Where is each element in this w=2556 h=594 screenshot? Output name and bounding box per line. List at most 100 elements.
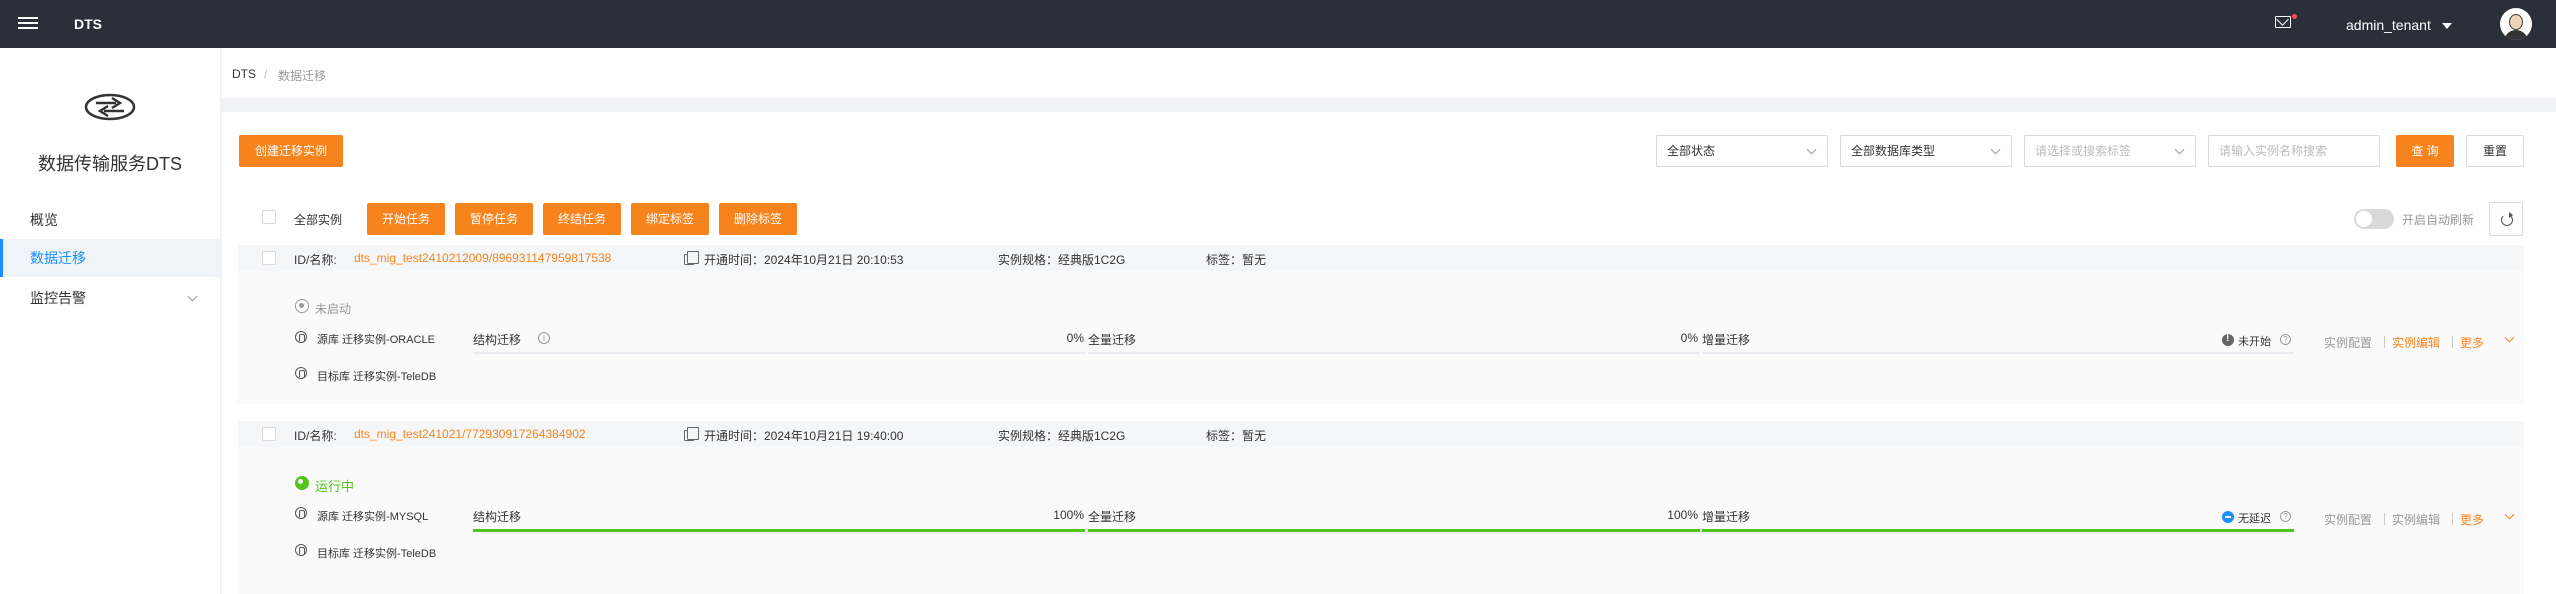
op-config-link[interactable]: 实例配置: [2324, 334, 2372, 351]
help-icon[interactable]: ?: [2280, 334, 2291, 345]
task-status: 运行中: [315, 479, 355, 494]
task-open-time: 开通时间：2024年10月21日 19:40:00: [704, 429, 904, 443]
structure-pct: 0%: [1066, 331, 1084, 345]
copy-icon[interactable]: [684, 427, 699, 441]
name-search-input[interactable]: [2208, 135, 2380, 167]
dts-logo-icon: [84, 93, 136, 121]
incr-label: 增量迁移: [1702, 510, 1751, 524]
select-all-checkbox[interactable]: [262, 210, 276, 224]
structure-label: 结构迁移: [473, 510, 522, 524]
user-caret-icon[interactable]: [2442, 23, 2452, 29]
pause-task-button[interactable]: 暂停任务: [455, 203, 533, 235]
sidebar: 数据传输服务DTS 概览 数据迁移 监控告警: [0, 48, 220, 594]
db-icon: [295, 367, 307, 379]
breadcrumb-separator: /: [264, 67, 268, 81]
user-menu[interactable]: admin_tenant: [2346, 17, 2431, 33]
top-bar: DTS admin_tenant: [0, 0, 2556, 48]
avatar[interactable]: [2500, 8, 2532, 40]
task-source: 源库 迁移实例-MYSQL: [317, 511, 429, 523]
progress-fill: [1702, 529, 2294, 532]
dbtype-select[interactable]: 全部数据库类型: [1840, 135, 2012, 167]
full-label: 全量迁移: [1088, 510, 1137, 524]
refresh-icon[interactable]: [2489, 202, 2523, 236]
structure-progress: [473, 529, 1085, 532]
progress-fill: [473, 529, 1085, 532]
incr-state: 无延迟: [2238, 513, 2271, 525]
stop-task-button[interactable]: 终结任务: [543, 203, 621, 235]
chevron-down-icon: [2174, 144, 2185, 155]
status-icon: [295, 476, 309, 490]
incr-label: 增量迁移: [1702, 333, 1751, 347]
tag-select[interactable]: 请选择或搜索标签: [2024, 135, 2196, 167]
task-id-label: ID/名称:: [294, 253, 337, 267]
create-instance-button[interactable]: 创建迁移实例: [239, 135, 343, 167]
db-icon: [295, 544, 307, 556]
db-icon: [295, 507, 307, 519]
progress-fill: [1088, 529, 1700, 532]
auto-refresh-toggle[interactable]: [2354, 209, 2394, 229]
task-target: 目标库 迁移实例-TeleDB: [317, 371, 437, 383]
op-config-link[interactable]: 实例配置: [2324, 511, 2372, 528]
task-checkbox[interactable]: [262, 427, 276, 441]
sidebar-item-monitoring[interactable]: 监控告警: [0, 279, 220, 317]
copy-icon[interactable]: [684, 251, 699, 265]
structure-progress: [473, 352, 1085, 354]
task-id-link[interactable]: dts_mig_test241021/772930917264384902: [354, 427, 586, 441]
state-icon: [2222, 511, 2234, 523]
incr-state: 未开始: [2238, 336, 2271, 348]
op-edit-link[interactable]: 实例编辑: [2392, 334, 2440, 351]
breadcrumb-root[interactable]: DTS: [232, 67, 256, 81]
query-button[interactable]: 查 询: [2396, 135, 2454, 167]
task-source: 源库 迁移实例-ORACLE: [317, 334, 435, 346]
op-more-link[interactable]: 更多: [2460, 511, 2484, 528]
delete-tag-button[interactable]: 删除标签: [719, 203, 797, 235]
help-icon[interactable]: ?: [2280, 511, 2291, 522]
task-spec: 实例规格：经典版1C2G: [998, 429, 1126, 443]
task-spec: 实例规格：经典版1C2G: [998, 253, 1126, 267]
sidebar-item-label: 监控告警: [30, 290, 86, 306]
start-task-button[interactable]: 开始任务: [367, 203, 445, 235]
op-more-link[interactable]: 更多: [2460, 334, 2484, 351]
chevron-down-icon: [1990, 144, 2001, 155]
state-icon: [2222, 333, 2234, 346]
full-progress: [1088, 352, 1700, 354]
all-instances-label: 全部实例: [294, 213, 343, 227]
reset-button[interactable]: 重置: [2466, 135, 2524, 167]
task-status: 未启动: [315, 302, 352, 316]
menu-icon[interactable]: [18, 14, 38, 34]
structure-label: 结构迁移: [473, 333, 522, 347]
app-title: DTS: [74, 16, 102, 32]
chevron-down-icon: [187, 291, 198, 302]
full-pct: 100%: [1667, 508, 1698, 522]
task-id-label: ID/名称:: [294, 429, 337, 443]
task-open-time: 开通时间：2024年10月21日 20:10:53: [704, 253, 904, 267]
mail-icon[interactable]: [2275, 16, 2291, 28]
chevron-down-icon: [1806, 144, 1817, 155]
breadcrumb-current: 数据迁移: [278, 69, 327, 83]
full-pct: 0%: [1680, 331, 1698, 345]
notification-dot: [2292, 14, 2297, 19]
bind-tag-button[interactable]: 绑定标签: [631, 203, 709, 235]
full-label: 全量迁移: [1088, 333, 1137, 347]
sidebar-item-label: 数据迁移: [30, 250, 86, 266]
task-tags: 标签：暂无: [1206, 253, 1267, 267]
divider: [2452, 513, 2453, 525]
status-select[interactable]: 全部状态: [1656, 135, 1828, 167]
task-body: [238, 447, 2524, 594]
task-target: 目标库 迁移实例-TeleDB: [317, 548, 437, 560]
incr-progress: [1702, 529, 2294, 532]
divider: [2384, 336, 2385, 348]
divider: [2452, 336, 2453, 348]
tag-select-placeholder: 请选择或搜索标签: [2035, 144, 2132, 158]
content-panel: 创建迁移实例 全部状态 全部数据库类型 请选择或搜索标签 查 询 重置 全部实例…: [222, 112, 2556, 594]
breadcrumb: DTS / 数据迁移: [222, 48, 2556, 98]
task-id-link[interactable]: dts_mig_test2410212009/89693114795981753…: [354, 251, 611, 265]
service-title: 数据传输服务DTS: [38, 154, 182, 174]
op-edit-link[interactable]: 实例编辑: [2392, 511, 2440, 528]
status-icon: [295, 299, 309, 313]
task-tags: 标签：暂无: [1206, 429, 1267, 443]
task-checkbox[interactable]: [262, 251, 276, 265]
sidebar-item-migration[interactable]: 数据迁移: [0, 239, 220, 277]
sidebar-item-overview[interactable]: 概览: [0, 201, 220, 239]
info-icon[interactable]: i: [538, 332, 550, 344]
